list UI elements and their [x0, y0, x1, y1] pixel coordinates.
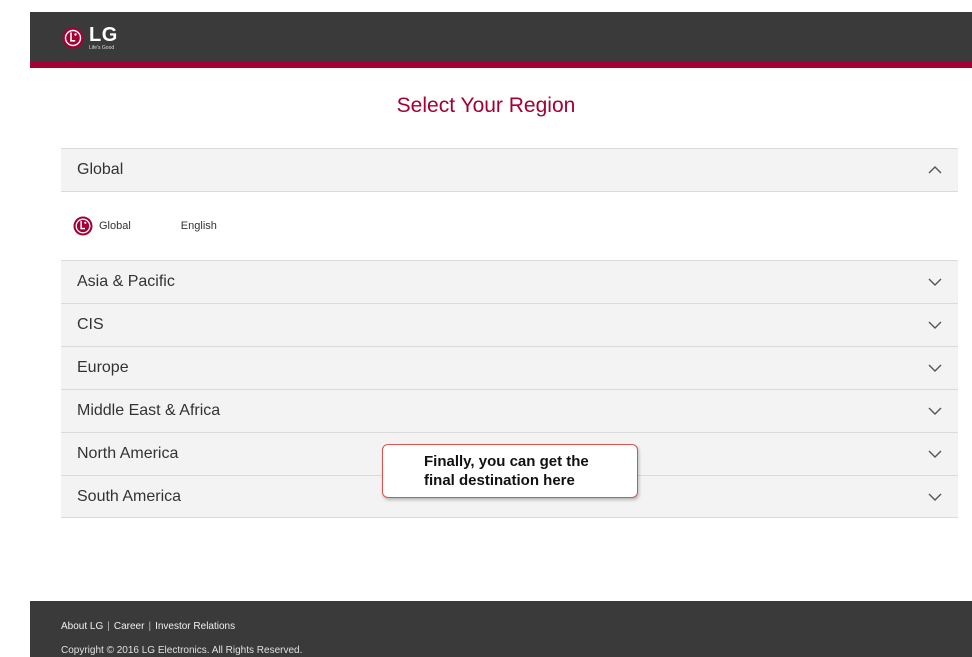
- header-accent-stripe: [30, 62, 972, 68]
- site-header: LG Life's Good: [30, 12, 972, 62]
- region-label: Global: [77, 161, 124, 178]
- chevron-down-icon: [928, 364, 942, 372]
- page-title: Select Your Region: [396, 94, 576, 117]
- callout-line-2: final destination here: [424, 472, 575, 489]
- region-europe[interactable]: Europe: [61, 346, 958, 389]
- logo-wordmark: LG: [89, 24, 118, 46]
- region-label: Middle East & Africa: [77, 402, 221, 419]
- site-name: Global: [99, 220, 131, 232]
- chevron-down-icon: [928, 278, 942, 286]
- footer-separator: |: [148, 621, 152, 632]
- annotation-callout: Finally, you can get the final destinati…: [382, 444, 638, 498]
- chevron-down-icon: [928, 450, 942, 458]
- region-label: Asia & Pacific: [77, 273, 175, 290]
- chevron-down-icon: [928, 407, 942, 415]
- callout-line-1: Finally, you can get the: [424, 453, 589, 470]
- site-link-global[interactable]: Global: [73, 216, 131, 236]
- chevron-down-icon: [928, 493, 942, 501]
- region-label: Europe: [77, 359, 129, 376]
- copyright-text: Copyright © 2016 LG Electronics. All Rig…: [61, 645, 303, 656]
- footer-separator: |: [107, 621, 110, 632]
- footer-link-about-lg[interactable]: About LG: [61, 621, 103, 632]
- footer-link-investor-relations[interactable]: Investor Relations: [155, 621, 235, 632]
- region-global-panel: Global English: [61, 191, 958, 260]
- region-label: South America: [77, 487, 182, 505]
- region-global-header[interactable]: Global: [61, 148, 958, 191]
- region-label: North America: [77, 445, 179, 462]
- lg-logo-icon: [62, 27, 84, 49]
- site-footer: About LG | Career | Investor Relations Copyr…: [30, 601, 972, 657]
- region-label: CIS: [77, 316, 104, 333]
- region-cis[interactable]: CIS: [61, 303, 958, 346]
- lg-logo[interactable]: LG Life's Good: [62, 22, 118, 54]
- footer-links: About LG | Career | Investor Relations: [61, 621, 235, 632]
- chevron-up-icon: [928, 166, 942, 174]
- language-link-english[interactable]: English: [181, 220, 217, 232]
- region-asia-pacific[interactable]: Asia & Pacific: [61, 260, 958, 303]
- logo-tagline: Life's Good: [89, 45, 115, 51]
- region-middle-east-africa[interactable]: Middle East & Africa: [61, 389, 958, 432]
- footer-link-career[interactable]: Career: [114, 621, 145, 632]
- lg-logo-icon: [73, 216, 93, 236]
- chevron-down-icon: [928, 321, 942, 329]
